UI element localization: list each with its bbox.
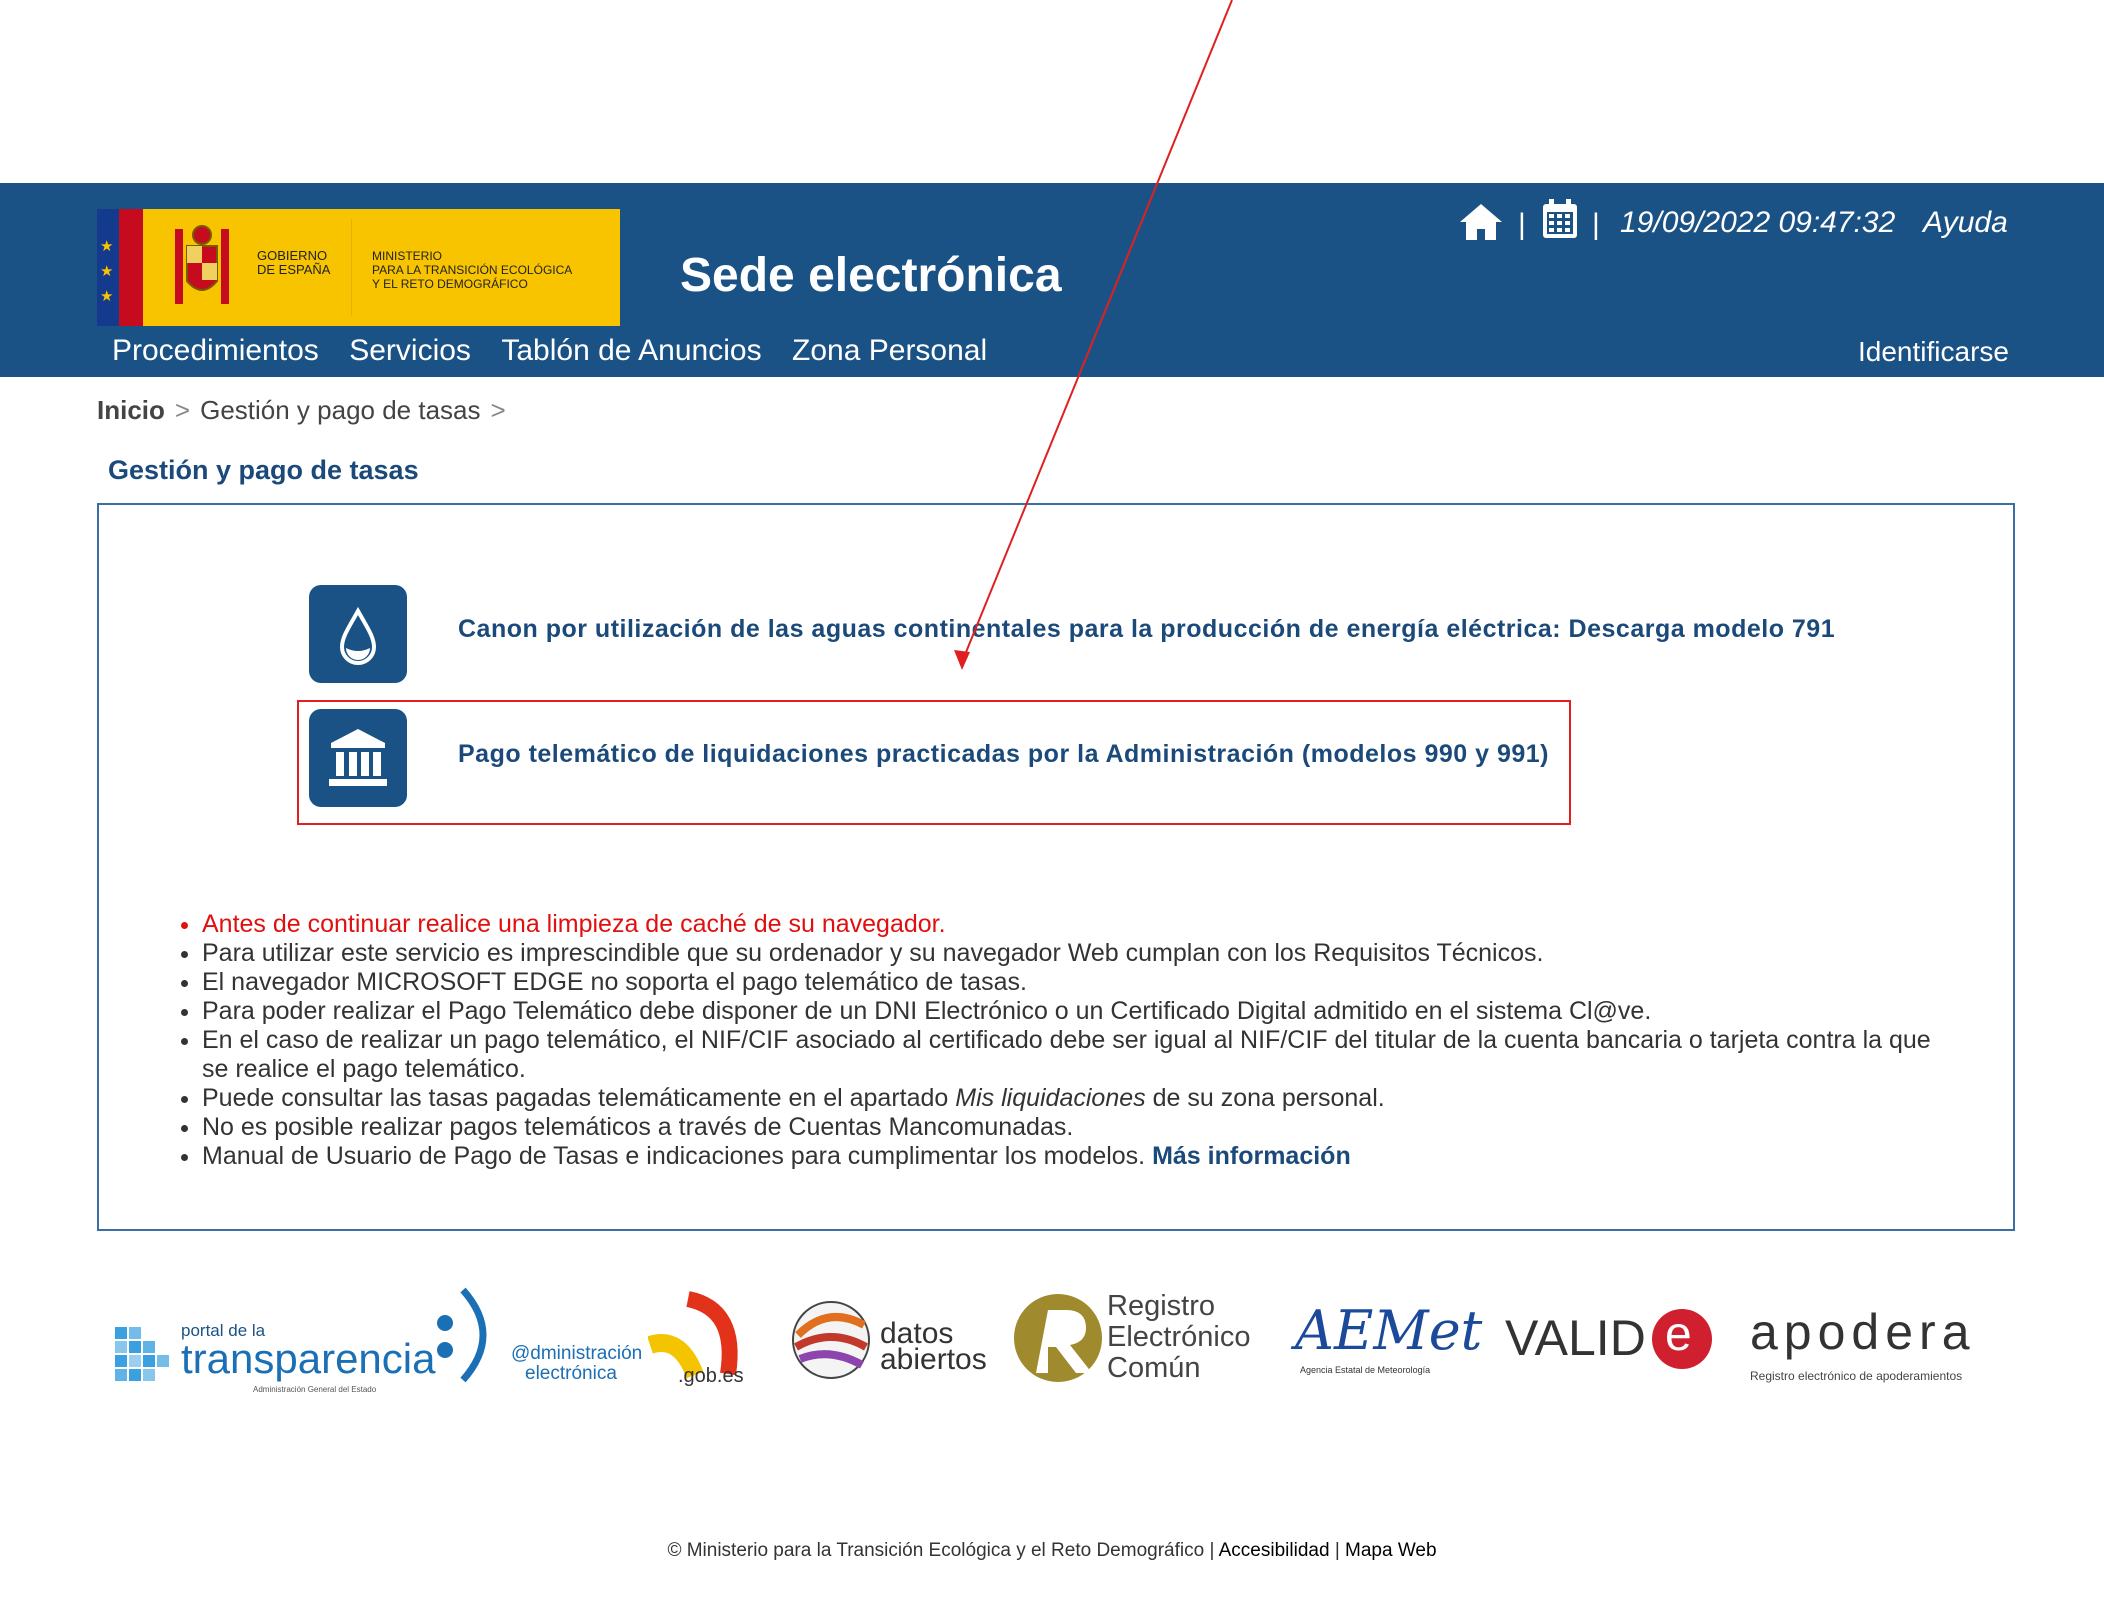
login-link[interactable]: Identificarse [1858,336,2009,368]
breadcrumb-home[interactable]: Inicio [97,395,165,425]
service-link-canon-aguas[interactable]: Canon por utilización de las aguas conti… [458,615,1835,644]
list-item: Para utilizar este servicio es imprescin… [202,939,1962,968]
nav-item-tablon[interactable]: Tablón de Anuncios [501,334,761,367]
accesibilidad-link[interactable]: Accesibilidad [1219,1540,1330,1561]
apodera-logo[interactable]: apodera Registro electrónico de apoderam… [1745,1285,2005,1395]
aemet-logo[interactable]: AEMet Agencia Estatal de Meteorología [1295,1285,1482,1395]
list-item: En el caso de realizar un pago telemátic… [202,1026,1962,1084]
gob-es-logo[interactable]: .gob.es [648,1285,758,1395]
breadcrumb-current[interactable]: Gestión y pago de tasas [200,395,480,425]
toolbar-separator: | [1518,208,1526,241]
page-title: Gestión y pago de tasas [108,455,419,485]
mapa-web-link[interactable]: Mapa Web [1345,1540,1437,1561]
calendar-icon[interactable] [1541,198,1579,240]
coat-of-arms-icon [175,225,229,304]
ministry-label: MINISTERIO PARA LA TRANSICIÓN ECOLÓGICA … [372,249,573,291]
list-item: El navegador MICROSOFT EDGE no soporta e… [202,968,1962,997]
current-datetime: 19/09/2022 09:47:32 [1620,206,1896,239]
datos-abiertos-logo[interactable]: datos abiertos [788,1285,998,1395]
list-item: Para poder realizar el Pago Telemático d… [202,997,1962,1026]
site-title[interactable]: Sede electrónica [680,248,1062,303]
registro-electronico-comun-logo[interactable]: Registro Electrónico Común [1012,1285,1262,1395]
water-drop-icon[interactable] [309,585,407,683]
home-icon[interactable] [1458,202,1504,242]
list-item: Antes de continuar realice una limpieza … [202,910,1962,939]
list-item: Puede consultar las tasas pagadas telemá… [202,1084,1962,1113]
nav-item-zona-personal[interactable]: Zona Personal [792,334,987,367]
copyright-text: © Ministerio para la Transición Ecológic… [667,1540,1205,1561]
mas-informacion-link[interactable]: Más información [1152,1142,1351,1170]
nav-item-servicios[interactable]: Servicios [349,334,471,367]
annotation-highlight-box [297,700,1571,825]
list-item: No es posible realizar pagos telemáticos… [202,1113,1962,1142]
notes-list: Antes de continuar realice una limpieza … [174,910,1962,1171]
government-logo[interactable]: ★ ★ ★ GOBIERNO DE ESPAÑA MINISTERIO PARA… [97,209,620,326]
main-nav: Procedimientos Servicios Tablón de Anunc… [112,334,1013,368]
valide-logo[interactable]: VALID e [1500,1285,1715,1395]
page-footer: © Ministerio para la Transición Ecológic… [667,1540,1437,1561]
mis-liquidaciones-text: Mis liquidaciones [955,1084,1146,1112]
administracion-electronica-logo[interactable]: @dministración electrónica [433,1285,642,1395]
breadcrumb: Inicio > Gestión y pago de tasas > [97,395,506,425]
gobierno-label: GOBIERNO DE ESPAÑA [257,248,331,277]
list-item: Manual de Usuario de Pago de Tasas e ind… [202,1142,1962,1171]
toolbar-separator: | [1592,208,1600,241]
transparencia-logo[interactable]: portal de la transparencia Administració… [113,1285,435,1395]
nav-item-procedimientos[interactable]: Procedimientos [112,334,319,367]
help-link[interactable]: Ayuda [1923,206,2008,240]
eu-flag-stripe: ★ ★ ★ [97,209,143,326]
